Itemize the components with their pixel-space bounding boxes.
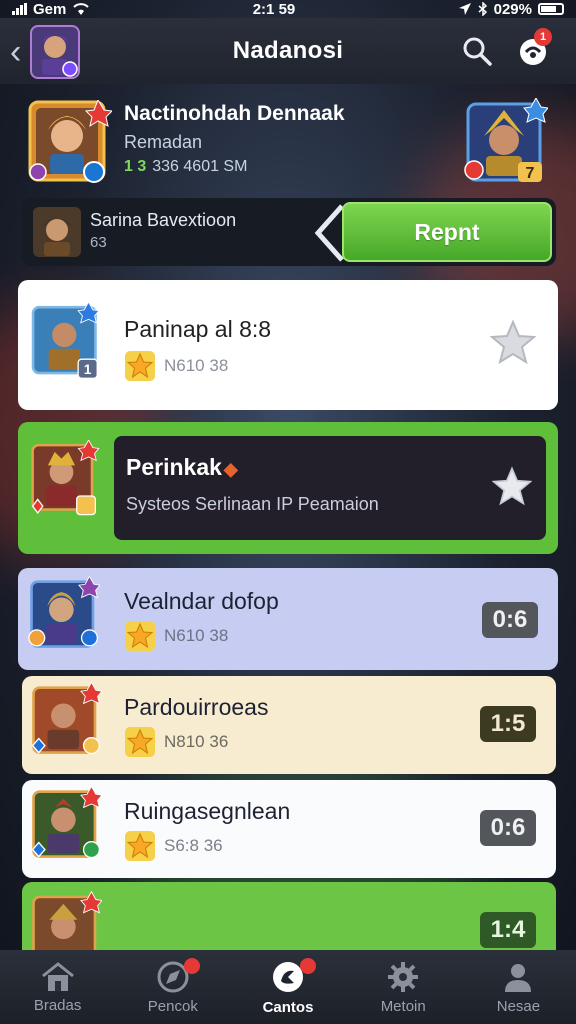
battery-icon — [538, 3, 564, 15]
list-item[interactable]: Vealndar dofop N610 38 0:6 — [18, 568, 558, 670]
score-badge: 1:4 — [480, 912, 536, 948]
battery-percent: 029% — [493, 0, 532, 18]
item-meta-value: N610 38 — [164, 356, 229, 375]
notifications-button[interactable]: 1 — [514, 28, 552, 70]
list-item[interactable]: Pardouirroeas N810 36 1:5 — [22, 676, 556, 774]
item-subtitle: Systeos Serlinaan IP Peamaion — [126, 494, 379, 514]
notification-badge: 1 — [534, 28, 552, 46]
bluetooth-icon — [478, 2, 487, 16]
nav-item-compass[interactable]: Pencok — [115, 950, 230, 1024]
item-portrait — [31, 682, 102, 755]
nav-label: Metoin — [380, 997, 426, 1015]
wifi-icon — [73, 3, 90, 15]
search-button[interactable] — [458, 32, 496, 70]
item-title: Vealndar dofop — [124, 588, 279, 614]
item-title: Pardouirroeas — [124, 694, 269, 720]
player-level: 1 3 — [124, 158, 147, 175]
nav-item-home[interactable]: Bradas — [0, 950, 115, 1024]
score-badge: 0:6 — [482, 602, 538, 638]
home-icon — [41, 961, 74, 991]
item-meta-value: N810 36 — [164, 732, 229, 751]
location-icon — [458, 3, 471, 15]
carrier-label: Gem — [33, 0, 67, 18]
item-meta: N610 38 — [124, 350, 228, 382]
item-portrait — [31, 786, 102, 859]
nav-label: Bradas — [33, 996, 82, 1014]
challenge-avatar — [33, 207, 81, 257]
item-title: Ruingasegnlean — [124, 798, 291, 824]
rank-badge: 7 — [526, 165, 535, 182]
item-portrait — [31, 440, 100, 516]
search-icon — [463, 37, 492, 66]
notification-badge — [184, 958, 201, 974]
star-icon — [125, 621, 155, 651]
player-stats-value: 336 4601 SM — [152, 158, 248, 175]
score-badge: 1:5 — [480, 706, 536, 742]
item-meta-value: S6:8 36 — [164, 836, 223, 855]
nav-item-profile[interactable]: Nesae — [461, 950, 576, 1024]
signal-icon — [12, 3, 27, 15]
star-icon — [125, 351, 155, 381]
star-icon — [125, 727, 155, 757]
score-badge: 0:6 — [480, 810, 536, 846]
item-meta: S6:8 36 — [124, 830, 223, 862]
item-portrait — [28, 576, 100, 648]
favorite-star-icon[interactable] — [492, 466, 532, 506]
item-title-text: Perinkak — [126, 454, 222, 480]
clock: 2:1 59 — [252, 0, 296, 18]
item-meta: N810 36 — [124, 726, 228, 758]
nav-label: Pencok — [147, 997, 198, 1015]
challenge-bar: Sarina Bavextioon 63 Repnt — [22, 198, 556, 266]
star-icon — [125, 831, 155, 861]
player-portrait — [28, 100, 112, 183]
app-header: ‹ Nadanosi 1 — [0, 18, 576, 84]
nav-item-cards[interactable]: Cantos — [230, 950, 345, 1024]
item-portrait: 1 — [31, 302, 100, 379]
flame-icon: ◆ — [223, 459, 238, 479]
opponent-portrait[interactable]: 7 — [464, 98, 548, 184]
player-name: Nactinohdah Dennaak — [124, 102, 345, 125]
item-title: Perinkak ◆ — [126, 454, 238, 481]
favorite-star-icon[interactable] — [490, 320, 536, 364]
item-meta-value: N610 38 — [164, 626, 229, 645]
challenge-name: Sarina Bavextioon — [90, 210, 237, 230]
player-card: Nactinohdah Dennaak Remadan 1 3 336 4601 … — [18, 90, 558, 192]
status-bar: Gem 2:1 59 029% — [0, 0, 576, 18]
player-subtitle: Remadan — [124, 132, 203, 152]
list-item-highlighted[interactable]: Perinkak ◆ Systeos Serlinaan IP Peamaion — [18, 422, 558, 554]
highlighted-panel: Perinkak ◆ Systeos Serlinaan IP Peamaion — [114, 436, 546, 540]
nav-label: Nesae — [496, 997, 541, 1015]
item-title: Paninap al 8:8 — [124, 316, 272, 342]
list-item[interactable]: 1 Paninap al 8:8 N610 38 — [18, 280, 558, 410]
bottom-nav: Bradas Pencok Cantos Metoin Nesae — [0, 950, 576, 1024]
nav-item-settings[interactable]: Metoin — [346, 950, 461, 1024]
profile-icon — [505, 963, 532, 992]
nav-label: Cantos — [262, 998, 314, 1016]
gear-icon — [388, 961, 419, 992]
player-stats: 1 3 336 4601 SM — [124, 158, 247, 176]
report-button[interactable]: Repnt — [342, 202, 552, 262]
challenge-value: 63 — [90, 234, 107, 251]
notification-badge — [299, 958, 316, 974]
item-meta: N610 38 — [124, 620, 228, 652]
list-item[interactable]: Ruingasegnlean S6:8 36 0:6 — [22, 780, 556, 878]
svg-text:1: 1 — [84, 361, 92, 377]
